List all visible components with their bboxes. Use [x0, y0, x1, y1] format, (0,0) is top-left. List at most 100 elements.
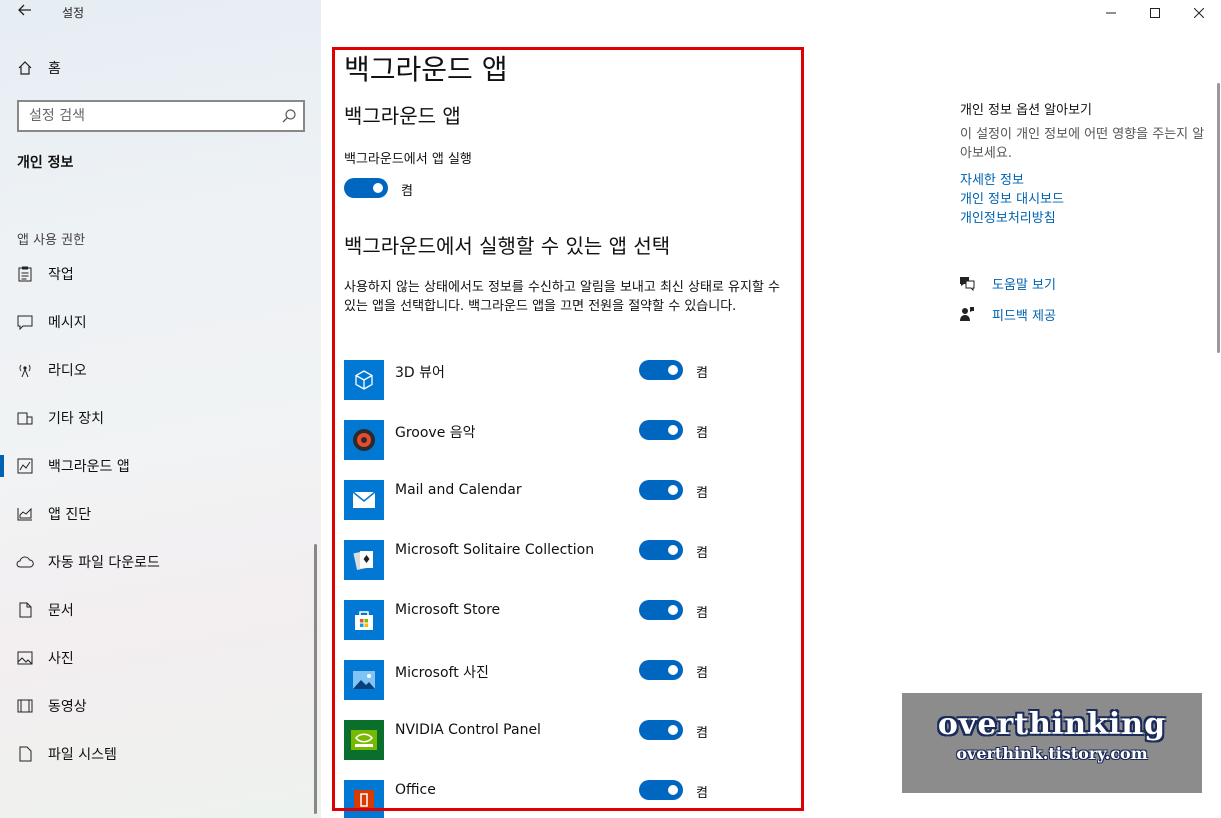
app-toggle-state: 켬 [696, 366, 708, 381]
app-toggle-state: 켬 [696, 486, 708, 501]
learn-more-link[interactable]: 자세한 정보 [960, 169, 1024, 188]
back-button[interactable] [12, 2, 38, 24]
sidebar-home[interactable]: 홈 [0, 48, 321, 88]
app-toggle[interactable] [639, 600, 683, 620]
minimize-button[interactable] [1088, 0, 1134, 26]
clipboard-icon [16, 266, 34, 282]
home-icon [16, 60, 34, 76]
sidebar-item-label: 기타 장치 [48, 411, 104, 427]
sidebar-item-label: 메시지 [48, 315, 87, 331]
run-apps-toggle[interactable] [344, 178, 388, 198]
run-apps-label: 백그라운드에서 앱 실행 [344, 152, 472, 167]
search-input[interactable] [19, 102, 269, 130]
back-arrow-icon [18, 4, 31, 16]
page-title: 백그라운드 앱 [344, 53, 508, 86]
groove-disc-icon [344, 420, 384, 460]
app-row-nvidia-control-panel: NVIDIA Control Panel 켬 [344, 720, 784, 760]
privacy-statement-link[interactable]: 개인정보처리방침 [960, 207, 1056, 226]
get-help-link[interactable]: 도움말 보기 [958, 273, 1056, 293]
background-apps-icon [16, 458, 34, 474]
document-icon [16, 602, 34, 618]
app-toggle-state: 켬 [696, 546, 708, 561]
sidebar-item-tasks[interactable]: 작업 [0, 254, 321, 294]
close-button[interactable] [1176, 0, 1221, 26]
app-row-microsoft-store: Microsoft Store 켬 [344, 600, 784, 640]
watermark-title: overthinking [937, 707, 1167, 742]
cloud-icon [16, 556, 34, 568]
picture-icon [16, 651, 34, 665]
title-bar: 설정 [0, 0, 321, 26]
help-chat-icon [958, 275, 976, 291]
give-feedback-label: 피드백 제공 [992, 308, 1056, 324]
select-apps-title: 백그라운드에서 실행할 수 있는 앱 선택 [344, 234, 671, 258]
main-content: 백그라운드 앱 백그라운드 앱 백그라운드에서 앱 실행 켬 백그라운드에서 실… [321, 0, 1221, 818]
maximize-button[interactable] [1132, 0, 1178, 26]
main-scrollbar[interactable] [1217, 83, 1220, 353]
app-name: Office [395, 782, 436, 798]
app-name: Mail and Calendar [395, 482, 522, 498]
app-toggle-state: 켬 [696, 426, 708, 441]
app-toggle[interactable] [639, 540, 683, 560]
sidebar-item-pictures[interactable]: 사진 [0, 638, 321, 678]
sidebar-item-label: 사진 [48, 651, 74, 667]
search-icon[interactable] [281, 108, 297, 128]
sidebar-item-file-system[interactable]: 파일 시스템 [0, 734, 321, 774]
app-toggle[interactable] [639, 480, 683, 500]
app-toggle[interactable] [639, 360, 683, 380]
give-feedback-link[interactable]: 피드백 제공 [958, 304, 1056, 324]
watermark: overthinking overthink.tistory.com [902, 693, 1202, 793]
sidebar-item-label: 문서 [48, 603, 74, 619]
right-panel-title: 개인 정보 옵션 알아보기 [960, 103, 1092, 118]
sub-title: 백그라운드 앱 [344, 104, 461, 128]
right-panel-description: 이 설정이 개인 정보에 어떤 영향을 주는지 알아보세요. [960, 127, 1205, 161]
store-bag-icon [344, 600, 384, 640]
sidebar-item-other-devices[interactable]: 기타 장치 [0, 398, 321, 438]
app-row-mail-calendar: Mail and Calendar 켬 [344, 480, 784, 520]
mail-icon [344, 480, 384, 520]
app-name: Microsoft Solitaire Collection [395, 542, 595, 558]
app-toggle[interactable] [639, 720, 683, 740]
diagnostics-icon [16, 506, 34, 522]
cards-icon [344, 540, 384, 580]
sidebar-item-label: 동영상 [48, 699, 87, 715]
sidebar-item-app-diagnostics[interactable]: 앱 진단 [0, 494, 321, 534]
sidebar-item-auto-downloads[interactable]: 자동 파일 다운로드 [0, 542, 321, 582]
watermark-url: overthink.tistory.com [956, 744, 1148, 763]
maximize-icon [1150, 8, 1160, 18]
sidebar-item-radios[interactable]: 라디오 [0, 350, 321, 390]
privacy-dashboard-link[interactable]: 개인 정보 대시보드 [960, 188, 1064, 207]
sidebar-item-label: 파일 시스템 [48, 747, 117, 763]
app-name: Microsoft 사진 [395, 665, 489, 681]
app-toggle[interactable] [639, 660, 683, 680]
app-toggle-state: 켬 [696, 726, 708, 741]
run-apps-toggle-state: 켬 [401, 184, 413, 199]
cube-icon [344, 360, 384, 400]
feedback-icon [958, 306, 976, 322]
sidebar-item-label: 백그라운드 앱 [48, 459, 130, 475]
app-toggle[interactable] [639, 420, 683, 440]
sidebar-item-label: 앱 진단 [48, 507, 92, 523]
sidebar-item-messaging[interactable]: 메시지 [0, 302, 321, 342]
section-title: 개인 정보 [17, 155, 74, 171]
devices-icon [16, 410, 34, 426]
app-toggle-state: 켬 [696, 786, 708, 801]
search-box[interactable] [17, 100, 305, 132]
nvidia-icon [344, 720, 384, 760]
app-name: Groove 음악 [395, 425, 476, 441]
close-icon [1194, 8, 1204, 18]
sidebar-home-label: 홈 [48, 61, 61, 77]
file-icon [16, 746, 34, 762]
app-title: 설정 [62, 6, 85, 20]
sidebar-item-documents[interactable]: 문서 [0, 590, 321, 630]
sidebar-item-videos[interactable]: 동영상 [0, 686, 321, 726]
sidebar-item-label: 라디오 [48, 363, 87, 379]
group-label: 앱 사용 권한 [17, 233, 86, 248]
sidebar-item-background-apps[interactable]: 백그라운드 앱 [0, 446, 321, 486]
app-row-microsoft-photos: Microsoft 사진 켬 [344, 660, 784, 700]
get-help-label: 도움말 보기 [992, 277, 1056, 293]
app-toggle[interactable] [639, 780, 683, 800]
photos-icon [344, 660, 384, 700]
sidebar-scrollbar[interactable] [314, 544, 317, 814]
app-toggle-state: 켬 [696, 606, 708, 621]
app-row-3d-viewer: 3D 뷰어 켬 [344, 360, 784, 400]
